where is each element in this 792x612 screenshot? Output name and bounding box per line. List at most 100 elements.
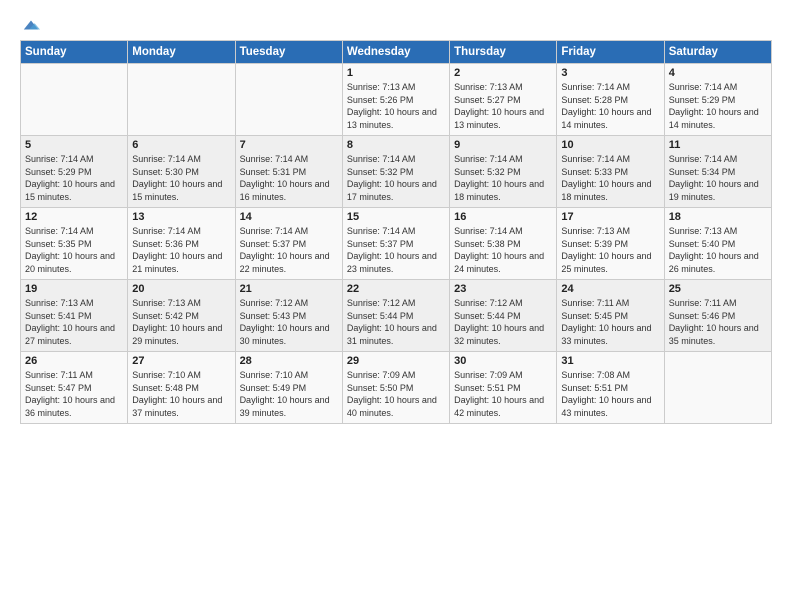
day-number: 12 bbox=[25, 211, 123, 223]
calendar-week-row: 26 Sunrise: 7:11 AM Sunset: 5:47 PM Dayli… bbox=[21, 352, 772, 424]
calendar-cell: 11 Sunrise: 7:14 AM Sunset: 5:34 PM Dayli… bbox=[664, 136, 771, 208]
day-number: 23 bbox=[454, 283, 552, 295]
calendar-header-row: SundayMondayTuesdayWednesdayThursdayFrid… bbox=[21, 41, 772, 64]
logo-icon bbox=[22, 18, 40, 32]
day-number: 27 bbox=[132, 355, 230, 367]
day-number: 7 bbox=[240, 139, 338, 151]
day-info: Sunrise: 7:09 AM Sunset: 5:51 PM Dayligh… bbox=[454, 369, 552, 419]
header bbox=[20, 18, 772, 32]
calendar-cell bbox=[128, 64, 235, 136]
day-number: 26 bbox=[25, 355, 123, 367]
day-info: Sunrise: 7:13 AM Sunset: 5:40 PM Dayligh… bbox=[669, 225, 767, 275]
day-info: Sunrise: 7:12 AM Sunset: 5:44 PM Dayligh… bbox=[347, 297, 445, 347]
calendar-cell: 18 Sunrise: 7:13 AM Sunset: 5:40 PM Dayli… bbox=[664, 208, 771, 280]
header-cell-friday: Friday bbox=[557, 41, 664, 64]
day-number: 20 bbox=[132, 283, 230, 295]
day-number: 17 bbox=[561, 211, 659, 223]
calendar-cell: 3Sunrise: 7:14 AM Sunset: 5:28 PM Daylig… bbox=[557, 64, 664, 136]
day-number: 28 bbox=[240, 355, 338, 367]
day-number: 30 bbox=[454, 355, 552, 367]
day-info: Sunrise: 7:14 AM Sunset: 5:32 PM Dayligh… bbox=[347, 153, 445, 203]
calendar-cell bbox=[664, 352, 771, 424]
day-number: 4 bbox=[669, 67, 767, 79]
calendar-body: 1 Sunrise: 7:13 AM Sunset: 5:26 PM Daylig… bbox=[21, 64, 772, 424]
day-info: Sunrise: 7:14 AM Sunset: 5:37 PM Dayligh… bbox=[240, 225, 338, 275]
day-info: Sunrise: 7:08 AM Sunset: 5:51 PM Dayligh… bbox=[561, 369, 659, 419]
day-info: Sunrise: 7:13 AM Sunset: 5:26 PM Dayligh… bbox=[347, 81, 445, 131]
calendar-cell: 13 Sunrise: 7:14 AM Sunset: 5:36 PM Dayli… bbox=[128, 208, 235, 280]
day-number: 9 bbox=[454, 139, 552, 151]
day-number: 15 bbox=[347, 211, 445, 223]
day-info: Sunrise: 7:14 AM Sunset: 5:36 PM Dayligh… bbox=[132, 225, 230, 275]
day-info: Sunrise: 7:13 AM Sunset: 5:41 PM Dayligh… bbox=[25, 297, 123, 347]
day-info: Sunrise: 7:14 AM Sunset: 5:38 PM Dayligh… bbox=[454, 225, 552, 275]
day-info: Sunrise: 7:14 AM Sunset: 5:34 PM Dayligh… bbox=[669, 153, 767, 203]
calendar-cell: 16Sunrise: 7:14 AM Sunset: 5:38 PM Dayli… bbox=[450, 208, 557, 280]
calendar-cell: 9 Sunrise: 7:14 AM Sunset: 5:32 PM Daylig… bbox=[450, 136, 557, 208]
calendar-cell: 10 Sunrise: 7:14 AM Sunset: 5:33 PM Dayli… bbox=[557, 136, 664, 208]
day-info: Sunrise: 7:10 AM Sunset: 5:49 PM Dayligh… bbox=[240, 369, 338, 419]
calendar-week-row: 19 Sunrise: 7:13 AM Sunset: 5:41 PM Dayli… bbox=[21, 280, 772, 352]
calendar-cell: 4Sunrise: 7:14 AM Sunset: 5:29 PM Daylig… bbox=[664, 64, 771, 136]
logo bbox=[20, 18, 40, 32]
day-info: Sunrise: 7:14 AM Sunset: 5:33 PM Dayligh… bbox=[561, 153, 659, 203]
day-info: Sunrise: 7:14 AM Sunset: 5:37 PM Dayligh… bbox=[347, 225, 445, 275]
day-number: 5 bbox=[25, 139, 123, 151]
calendar-cell: 12 Sunrise: 7:14 AM Sunset: 5:35 PM Dayli… bbox=[21, 208, 128, 280]
header-cell-saturday: Saturday bbox=[664, 41, 771, 64]
calendar-cell: 21 Sunrise: 7:12 AM Sunset: 5:43 PM Dayli… bbox=[235, 280, 342, 352]
day-info: Sunrise: 7:11 AM Sunset: 5:46 PM Dayligh… bbox=[669, 297, 767, 347]
day-info: Sunrise: 7:14 AM Sunset: 5:28 PM Dayligh… bbox=[561, 81, 659, 131]
calendar-cell: 1 Sunrise: 7:13 AM Sunset: 5:26 PM Daylig… bbox=[342, 64, 449, 136]
calendar-cell bbox=[235, 64, 342, 136]
day-number: 14 bbox=[240, 211, 338, 223]
calendar-cell: 28 Sunrise: 7:10 AM Sunset: 5:49 PM Dayli… bbox=[235, 352, 342, 424]
day-info: Sunrise: 7:14 AM Sunset: 5:30 PM Dayligh… bbox=[132, 153, 230, 203]
calendar-week-row: 12 Sunrise: 7:14 AM Sunset: 5:35 PM Dayli… bbox=[21, 208, 772, 280]
day-number: 8 bbox=[347, 139, 445, 151]
calendar-cell: 22Sunrise: 7:12 AM Sunset: 5:44 PM Dayli… bbox=[342, 280, 449, 352]
calendar-cell: 24 Sunrise: 7:11 AM Sunset: 5:45 PM Dayli… bbox=[557, 280, 664, 352]
day-info: Sunrise: 7:10 AM Sunset: 5:48 PM Dayligh… bbox=[132, 369, 230, 419]
calendar-cell: 6 Sunrise: 7:14 AM Sunset: 5:30 PM Daylig… bbox=[128, 136, 235, 208]
day-number: 2 bbox=[454, 67, 552, 79]
calendar-cell: 17 Sunrise: 7:13 AM Sunset: 5:39 PM Dayli… bbox=[557, 208, 664, 280]
header-cell-sunday: Sunday bbox=[21, 41, 128, 64]
calendar-week-row: 5Sunrise: 7:14 AM Sunset: 5:29 PM Daylig… bbox=[21, 136, 772, 208]
day-info: Sunrise: 7:14 AM Sunset: 5:31 PM Dayligh… bbox=[240, 153, 338, 203]
day-info: Sunrise: 7:12 AM Sunset: 5:44 PM Dayligh… bbox=[454, 297, 552, 347]
day-info: Sunrise: 7:13 AM Sunset: 5:42 PM Dayligh… bbox=[132, 297, 230, 347]
header-cell-thursday: Thursday bbox=[450, 41, 557, 64]
header-cell-tuesday: Tuesday bbox=[235, 41, 342, 64]
calendar-cell: 30 Sunrise: 7:09 AM Sunset: 5:51 PM Dayli… bbox=[450, 352, 557, 424]
calendar-cell: 29 Sunrise: 7:09 AM Sunset: 5:50 PM Dayli… bbox=[342, 352, 449, 424]
calendar-cell: 2Sunrise: 7:13 AM Sunset: 5:27 PM Daylig… bbox=[450, 64, 557, 136]
day-number: 1 bbox=[347, 67, 445, 79]
day-info: Sunrise: 7:14 AM Sunset: 5:35 PM Dayligh… bbox=[25, 225, 123, 275]
day-number: 24 bbox=[561, 283, 659, 295]
day-number: 6 bbox=[132, 139, 230, 151]
day-info: Sunrise: 7:09 AM Sunset: 5:50 PM Dayligh… bbox=[347, 369, 445, 419]
day-info: Sunrise: 7:11 AM Sunset: 5:47 PM Dayligh… bbox=[25, 369, 123, 419]
calendar-cell: 15 Sunrise: 7:14 AM Sunset: 5:37 PM Dayli… bbox=[342, 208, 449, 280]
calendar-cell: 31 Sunrise: 7:08 AM Sunset: 5:51 PM Dayli… bbox=[557, 352, 664, 424]
day-number: 18 bbox=[669, 211, 767, 223]
calendar-cell: 14 Sunrise: 7:14 AM Sunset: 5:37 PM Dayli… bbox=[235, 208, 342, 280]
header-cell-wednesday: Wednesday bbox=[342, 41, 449, 64]
day-info: Sunrise: 7:13 AM Sunset: 5:39 PM Dayligh… bbox=[561, 225, 659, 275]
page: SundayMondayTuesdayWednesdayThursdayFrid… bbox=[0, 0, 792, 438]
calendar-cell: 26 Sunrise: 7:11 AM Sunset: 5:47 PM Dayli… bbox=[21, 352, 128, 424]
day-number: 29 bbox=[347, 355, 445, 367]
day-number: 13 bbox=[132, 211, 230, 223]
calendar-cell: 23 Sunrise: 7:12 AM Sunset: 5:44 PM Dayli… bbox=[450, 280, 557, 352]
day-info: Sunrise: 7:11 AM Sunset: 5:45 PM Dayligh… bbox=[561, 297, 659, 347]
day-number: 21 bbox=[240, 283, 338, 295]
day-info: Sunrise: 7:12 AM Sunset: 5:43 PM Dayligh… bbox=[240, 297, 338, 347]
day-number: 31 bbox=[561, 355, 659, 367]
day-info: Sunrise: 7:14 AM Sunset: 5:32 PM Dayligh… bbox=[454, 153, 552, 203]
calendar-cell: 8 Sunrise: 7:14 AM Sunset: 5:32 PM Daylig… bbox=[342, 136, 449, 208]
calendar-cell: 7 Sunrise: 7:14 AM Sunset: 5:31 PM Daylig… bbox=[235, 136, 342, 208]
day-number: 10 bbox=[561, 139, 659, 151]
day-number: 19 bbox=[25, 283, 123, 295]
day-number: 11 bbox=[669, 139, 767, 151]
